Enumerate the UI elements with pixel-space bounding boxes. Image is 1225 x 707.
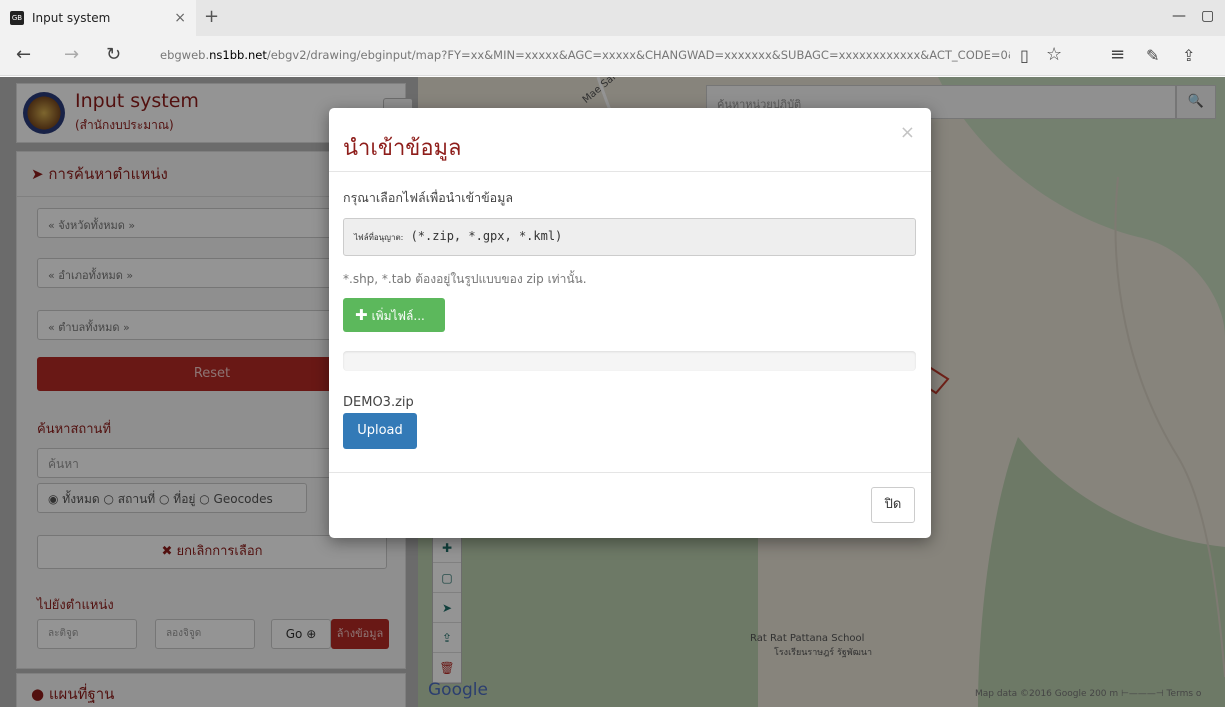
dialog-title: นำเข้าข้อมูล xyxy=(343,136,462,161)
favicon-icon: GB xyxy=(10,11,24,25)
refresh-icon[interactable]: ↻ xyxy=(106,44,121,65)
allowed-file-types: (*.zip, *.gpx, *.kml) xyxy=(403,229,563,243)
close-button[interactable]: ปิด xyxy=(871,487,915,523)
url-domain: ns1bb.net xyxy=(209,48,267,62)
reading-view-icon[interactable]: ▯ xyxy=(1020,46,1029,65)
dialog-header: นำเข้าข้อมูล × xyxy=(329,108,931,172)
selected-filename: DEMO3.zip xyxy=(343,395,414,410)
forward-icon[interactable]: → xyxy=(64,44,79,65)
url-path: /ebgv2/drawing/ebginput/map?FY=xx&MIN=xx… xyxy=(266,48,1010,62)
minimize-icon[interactable]: — xyxy=(1172,8,1186,24)
allowed-files-label: ไฟล์ที่อนุญาต: xyxy=(354,233,404,242)
restore-icon[interactable]: ▢ xyxy=(1201,8,1214,24)
add-file-label: เพิ่มไฟล์... xyxy=(371,309,425,323)
browser-tab[interactable]: GB Input system × xyxy=(0,0,196,36)
web-note-icon[interactable]: ✎ xyxy=(1146,46,1159,65)
favorite-star-icon[interactable]: ☆ xyxy=(1046,44,1062,65)
browser-tabbar: GB Input system × + — ▢ xyxy=(0,0,1225,36)
url-prefix: ebgweb. xyxy=(160,48,210,62)
share-icon[interactable]: ⇪ xyxy=(1182,46,1195,65)
tab-title: Input system xyxy=(32,11,111,25)
dialog-footer-divider xyxy=(329,472,931,473)
new-tab-icon[interactable]: + xyxy=(204,6,219,27)
address-bar: ← → ↻ ebgweb.ns1bb.net/ebgv2/drawing/ebg… xyxy=(0,36,1225,76)
add-file-button[interactable]: ✚ เพิ่มไฟล์... xyxy=(343,298,445,332)
hub-icon[interactable]: ≡ xyxy=(1110,44,1125,65)
tab-close-icon[interactable]: × xyxy=(174,10,186,26)
back-icon[interactable]: ← xyxy=(16,44,31,65)
plus-icon: ✚ xyxy=(355,306,368,324)
upload-button[interactable]: Upload xyxy=(343,413,417,449)
file-types-field[interactable]: ไฟล์ที่อนุญาต: (*.zip, *.gpx, *.kml) xyxy=(343,218,916,256)
shp-tab-note: *.shp, *.tab ต้องอยู่ในรูปแบบของ zip เท่… xyxy=(343,272,587,286)
import-data-dialog: นำเข้าข้อมูล × กรุณาเลือกไฟล์เพื่อนำเข้า… xyxy=(329,108,931,538)
dialog-prompt: กรุณาเลือกไฟล์เพื่อนำเข้าข้อมูล xyxy=(343,190,514,205)
close-icon[interactable]: × xyxy=(900,122,915,143)
upload-progress-bar xyxy=(343,351,916,371)
url-field[interactable]: ebgweb.ns1bb.net/ebgv2/drawing/ebginput/… xyxy=(160,48,1010,62)
